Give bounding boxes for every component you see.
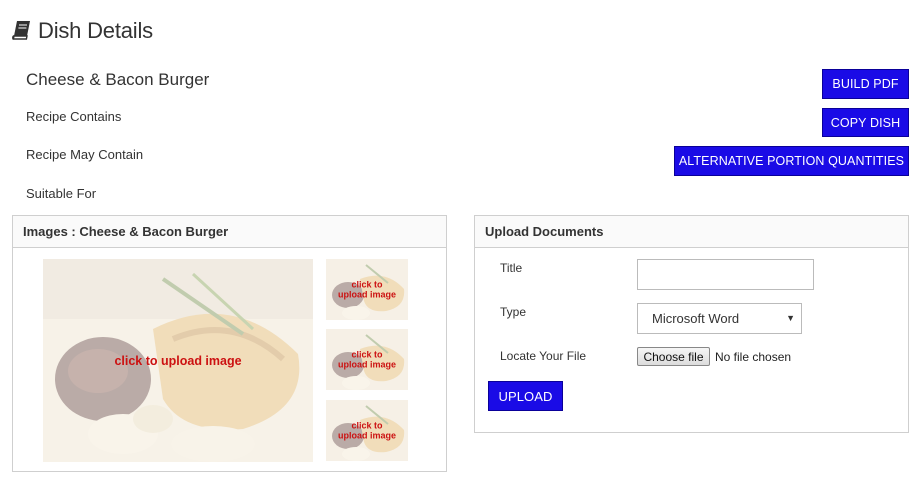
build-pdf-button[interactable]: BUILD PDF <box>822 69 909 99</box>
type-select[interactable]: Microsoft Word ▼ <box>637 303 802 334</box>
file-status: No file chosen <box>715 350 792 364</box>
locate-file-label: Locate Your File <box>500 349 587 363</box>
main-image-upload[interactable]: click to upload image <box>43 259 313 462</box>
images-panel-title: Images : Cheese & Bacon Burger <box>13 216 446 248</box>
title-input[interactable] <box>637 259 814 290</box>
thumbnail-cta: click to upload image <box>337 420 396 441</box>
page-header: Dish Details <box>12 18 153 44</box>
upload-button[interactable]: UPLOAD <box>488 381 563 411</box>
thumbnail-cta: click to upload image <box>337 349 396 370</box>
type-label: Type <box>500 305 527 319</box>
thumbnail-upload-3[interactable]: click to upload image <box>326 400 408 461</box>
title-label: Title <box>500 261 523 275</box>
alternative-portion-quantities-button[interactable]: ALTERNATIVE PORTION QUANTITIES <box>674 146 909 176</box>
choose-file-button[interactable]: Choose file <box>637 347 710 366</box>
thumbnail-upload-2[interactable]: click to upload image <box>326 329 408 390</box>
thumbnail-upload-1[interactable]: click to upload image <box>326 259 408 320</box>
page-title: Dish Details <box>38 18 153 43</box>
upload-documents-title: Upload Documents <box>475 216 908 248</box>
recipe-contains-label: Recipe Contains <box>26 109 122 124</box>
dish-name: Cheese & Bacon Burger <box>26 70 210 89</box>
main-image-cta: click to upload image <box>114 353 242 368</box>
book-icon <box>12 21 30 40</box>
type-select-value: Microsoft Word <box>652 311 740 326</box>
suitable-for-label: Suitable For <box>26 186 97 201</box>
copy-dish-button[interactable]: COPY DISH <box>822 108 909 137</box>
thumbnail-cta: click to upload image <box>337 279 396 300</box>
recipe-may-contain-label: Recipe May Contain <box>26 147 144 162</box>
dropdown-caret-icon: ▼ <box>786 313 795 323</box>
